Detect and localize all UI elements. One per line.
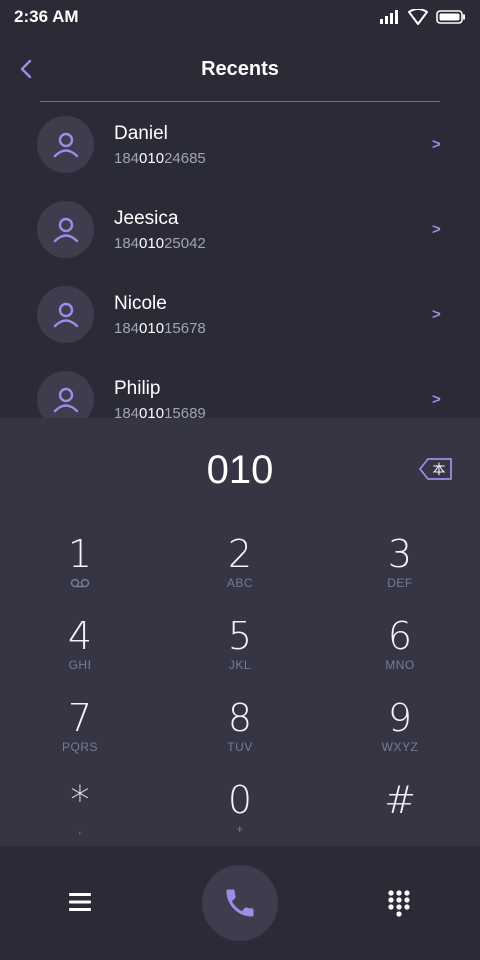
key-4[interactable]: 4 GHI <box>20 614 140 694</box>
bottom-bar <box>0 846 480 960</box>
number-prefix: 184 <box>114 150 140 167</box>
key-digit: 8 <box>227 696 253 740</box>
status-icons <box>380 9 466 25</box>
key-digit: 9 <box>387 696 413 740</box>
avatar <box>37 286 94 343</box>
header: Recents <box>0 48 480 90</box>
number-suffix: 15678 <box>164 320 206 337</box>
menu-button[interactable] <box>66 890 94 914</box>
contact-row[interactable]: Philip 18401015689 > <box>0 357 480 418</box>
contact-details-chevron[interactable]: > <box>432 306 441 323</box>
key-5[interactable]: 5 JKL <box>180 614 300 694</box>
back-button[interactable] <box>14 54 38 84</box>
status-time: 2:36 AM <box>14 7 79 26</box>
contact-details-chevron[interactable]: > <box>432 136 441 153</box>
backspace-icon: 本 <box>419 458 452 480</box>
number-suffix: 24685 <box>164 150 206 167</box>
number-match: 010 <box>139 405 165 418</box>
number-prefix: 184 <box>114 320 140 337</box>
key-6[interactable]: 6 MNO <box>340 614 460 694</box>
contact-row[interactable]: Daniel 18401024685 > <box>0 102 480 187</box>
contact-number: 18401024685 <box>114 150 206 167</box>
key-digit: 2 <box>227 532 253 576</box>
person-icon <box>53 302 78 327</box>
number-prefix: 184 <box>114 235 140 252</box>
menu-icon <box>69 893 91 911</box>
key-letters: MNO <box>385 658 415 672</box>
contact-row[interactable]: Nicole 18401015678 > <box>0 272 480 357</box>
key-digit: 6 <box>387 614 413 658</box>
key-letters: , <box>78 822 82 836</box>
key-letters: JKL <box>228 658 252 672</box>
number-suffix: 25042 <box>164 235 206 252</box>
key-7[interactable]: 7 PQRS <box>20 696 140 776</box>
key-letters: GHI <box>68 658 92 672</box>
contact-number: 18401015678 <box>114 320 206 337</box>
battery-icon <box>436 10 465 24</box>
key-digit: 4 <box>67 614 93 658</box>
key-2[interactable]: 2 ABC <box>180 532 300 612</box>
key-letters: PQRS <box>61 740 98 754</box>
person-icon <box>53 387 78 412</box>
contact-row[interactable]: Jeesica 18401025042 > <box>0 187 480 272</box>
key-digit: 3 <box>387 532 413 576</box>
voicemail-icon <box>70 578 90 588</box>
contact-number: 18401025042 <box>114 235 206 252</box>
wifi-icon <box>408 9 428 25</box>
key-digit: 7 <box>67 696 93 740</box>
page-title: Recents <box>201 57 279 80</box>
key-letters: TUV <box>227 740 253 754</box>
avatar <box>37 201 94 258</box>
key-digit: 0 <box>227 778 253 822</box>
key-9[interactable]: 9 WXYZ <box>340 696 460 776</box>
status-bar: 2:36 AM <box>0 0 480 34</box>
contact-name: Philip <box>114 378 161 399</box>
number-match: 010 <box>139 150 165 167</box>
contact-details-chevron[interactable]: > <box>432 391 441 408</box>
contact-name: Nicole <box>114 293 167 314</box>
key-digit: * <box>70 778 90 822</box>
key-digit: # <box>384 778 416 822</box>
avatar <box>37 116 94 173</box>
back-chevron-icon <box>20 59 32 79</box>
backspace-button[interactable]: 本 <box>419 458 453 480</box>
number-match: 010 <box>139 235 165 252</box>
call-button[interactable] <box>202 865 278 941</box>
key-3[interactable]: 3 DEF <box>340 532 460 612</box>
number-suffix: 15689 <box>164 405 206 418</box>
dialed-number: 010 <box>206 448 274 492</box>
contact-name: Daniel <box>114 123 168 144</box>
number-match: 010 <box>139 320 165 337</box>
number-prefix: 184 <box>114 405 140 418</box>
avatar <box>37 371 94 418</box>
contact-details-chevron[interactable]: > <box>432 221 441 238</box>
phone-icon <box>226 889 254 917</box>
keypad-toggle-button[interactable] <box>386 889 412 917</box>
backspace-glyph: 本 <box>432 463 445 478</box>
key-digit: 5 <box>227 614 253 658</box>
signal-icon <box>380 10 398 24</box>
key-letters: + <box>236 822 244 836</box>
key-8[interactable]: 8 TUV <box>180 696 300 776</box>
key-letters: WXYZ <box>381 740 419 754</box>
recents-list: Daniel 18401024685 > Jeesica 18401025042… <box>0 102 480 418</box>
key-1[interactable]: 1 <box>20 532 140 612</box>
person-icon <box>53 217 78 242</box>
keypad-icon <box>388 890 410 917</box>
contact-number: 18401015689 <box>114 405 206 418</box>
key-letters: ABC <box>226 576 254 590</box>
key-digit: 1 <box>67 532 93 576</box>
person-icon <box>53 132 78 157</box>
contact-name: Jeesica <box>114 208 179 229</box>
key-letters: DEF <box>387 576 413 590</box>
